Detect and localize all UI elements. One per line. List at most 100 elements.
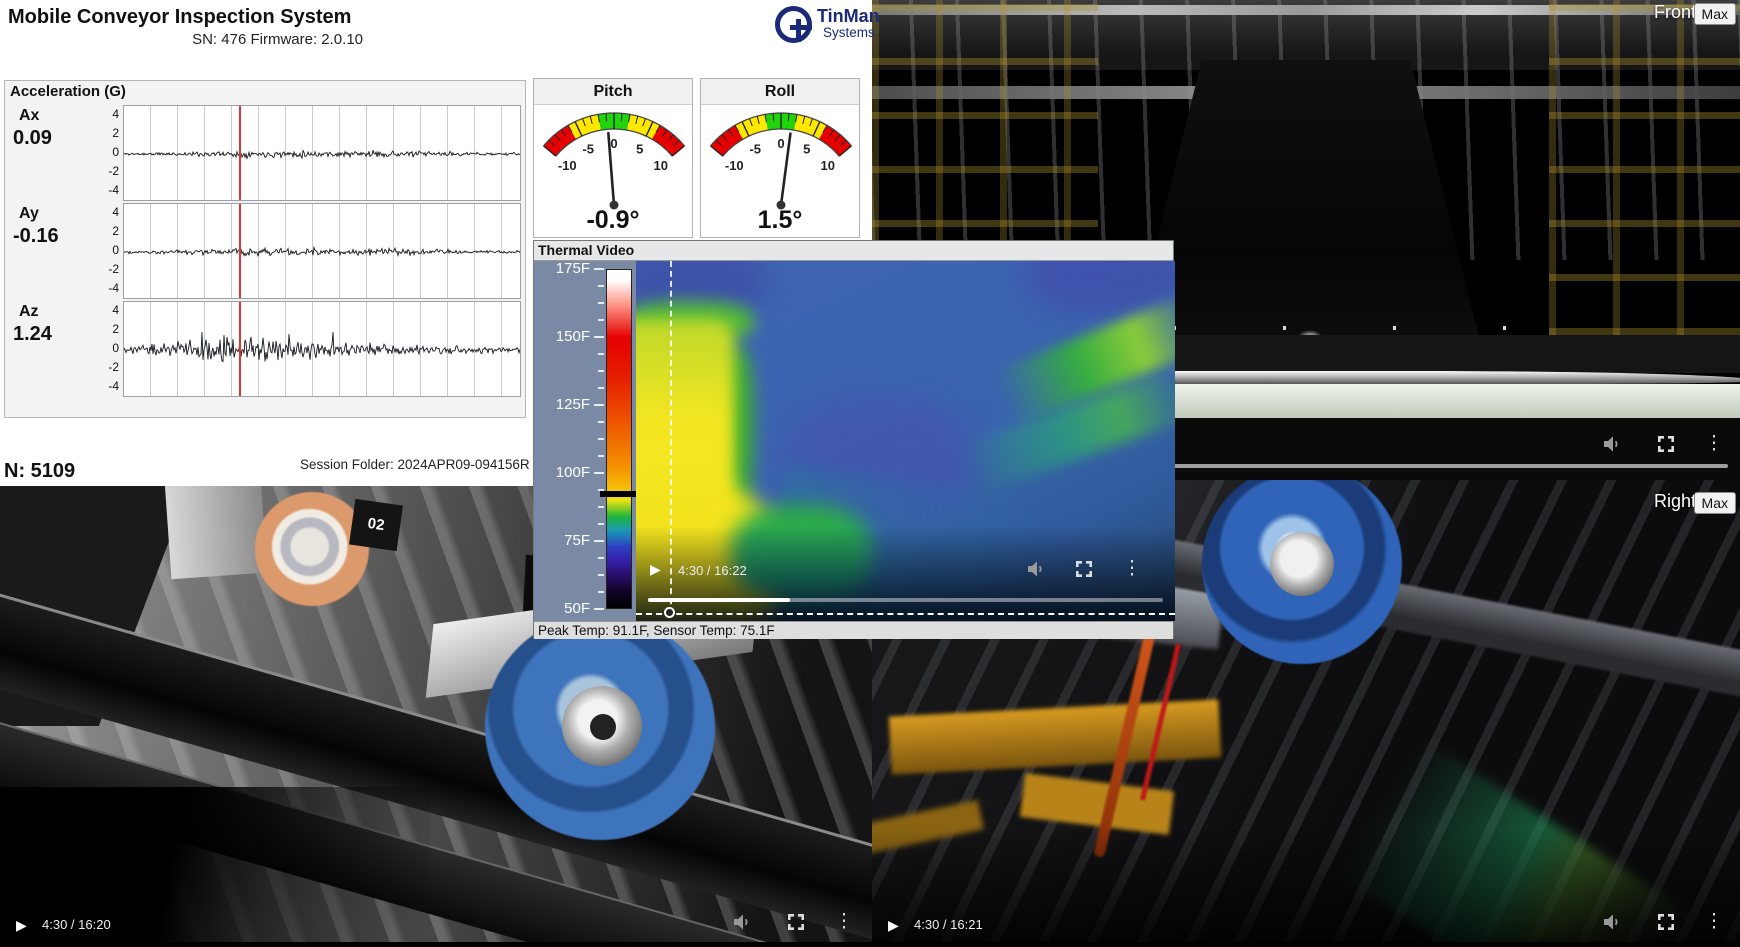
thermal-play-icon[interactable]: ▶: [650, 561, 661, 578]
app-root: 0) Front Max ⋮ Right Max ▶ 4:30 / 16:21: [0, 0, 1740, 947]
channel-ay-value: -0.16: [13, 225, 59, 248]
thermal-time-display: 4:30 / 16:22: [678, 563, 747, 578]
thermal-volume-icon[interactable]: [1024, 557, 1048, 581]
session-folder-label: Session Folder: 2024APR09-094156R: [300, 457, 533, 472]
svg-text:-5: -5: [749, 142, 761, 157]
y-tick-label: 0: [95, 145, 119, 159]
waveform-plot-az: [123, 301, 521, 397]
time-cursor: [239, 106, 241, 200]
acceleration-panel: Acceleration (G) Ax 0.09 Ay -0.16 Az 1.2…: [4, 80, 526, 418]
right-video-label: Right: [1654, 491, 1696, 512]
scale-tick: [594, 608, 604, 610]
front-video-label: Front: [1654, 2, 1696, 23]
thermal-position-line[interactable]: [670, 261, 672, 614]
channel-ay-label: Ay: [19, 205, 39, 223]
scale-minor-tick: [598, 387, 604, 389]
left-scene-hub-bolt: [590, 714, 616, 740]
scale-tick: [594, 336, 604, 338]
right-max-button[interactable]: Max: [1694, 492, 1736, 514]
thermal-video-image[interactable]: ▶ 4:30 / 16:22 ⋮: [636, 261, 1175, 621]
right-fullscreen-icon[interactable]: [1654, 910, 1678, 934]
scale-minor-tick: [598, 574, 604, 576]
time-cursor: [239, 302, 241, 396]
right-video-bottom-strip: [872, 942, 1740, 947]
svg-text:-10: -10: [558, 158, 577, 173]
y-tick-label: -4: [95, 183, 119, 197]
channel-ax-value: 0.09: [13, 127, 52, 150]
thermal-progress-bar[interactable]: [648, 598, 1163, 602]
sample-count-label: N: 5109: [4, 460, 75, 483]
left-play-icon[interactable]: ▶: [16, 917, 27, 934]
left-video-bottom-strip: [0, 942, 872, 947]
y-tick-label: -2: [95, 164, 119, 178]
scale-minor-tick: [598, 438, 604, 440]
thermal-titlebar[interactable]: Thermal Video: [534, 241, 1173, 261]
right-play-icon[interactable]: ▶: [888, 917, 899, 934]
left-fullscreen-icon[interactable]: [784, 910, 808, 934]
y-tick-label: 2: [95, 322, 119, 336]
thermal-video-panel: Thermal Video 175F150F125F100F75F50F ▶ 4…: [533, 240, 1174, 638]
right-scene-wheel-hub: [1270, 532, 1334, 596]
left-scene-bracket: [165, 486, 267, 579]
front-scene-scaffold-right: [1549, 0, 1740, 335]
thermal-colorbar: [606, 269, 632, 609]
svg-text:5: 5: [803, 142, 810, 157]
scale-label: 125F: [534, 397, 590, 413]
pitch-gauge-dial: -10 -5 0 5 10: [534, 105, 694, 213]
thermal-fullscreen-icon[interactable]: [1072, 557, 1096, 581]
scale-minor-tick: [598, 455, 604, 457]
front-max-button[interactable]: Max: [1694, 3, 1736, 25]
front-fullscreen-icon[interactable]: [1654, 432, 1678, 456]
acceleration-panel-title: Acceleration (G): [10, 83, 126, 100]
scale-minor-tick: [598, 421, 604, 423]
roll-gauge-panel: Roll -10-50510 1.5°: [700, 78, 860, 238]
logo-text: TinMan Systems: [817, 7, 880, 40]
thermal-more-options-icon[interactable]: ⋮: [1120, 557, 1144, 581]
channel-ax-label: Ax: [19, 107, 39, 125]
scale-tick: [594, 540, 604, 542]
logo-circle-icon: [775, 6, 812, 43]
svg-text:0: 0: [610, 136, 617, 151]
svg-text:-5: -5: [582, 142, 594, 157]
right-more-options-icon[interactable]: ⋮: [1702, 910, 1726, 934]
scale-minor-tick: [598, 319, 604, 321]
scale-label: 100F: [534, 465, 590, 481]
y-tick-label: -2: [95, 262, 119, 276]
scale-label: 75F: [534, 533, 590, 549]
thermal-scrub-line[interactable]: [636, 613, 1175, 615]
roll-gauge-dial: -10-50510: [701, 105, 861, 213]
right-volume-icon[interactable]: [1600, 910, 1624, 934]
page-subtitle: SN: 476 Firmware: 2.0.10: [0, 31, 363, 48]
roll-gauge-title: Roll: [701, 79, 859, 105]
y-tick-label: -2: [95, 360, 119, 374]
scale-tick: [594, 268, 604, 270]
tinman-systems-logo: TinMan Systems: [775, 5, 870, 47]
left-more-options-icon[interactable]: ⋮: [832, 910, 856, 934]
right-time-display: 4:30 / 16:21: [914, 917, 983, 932]
pitch-gauge-title: Pitch: [534, 79, 692, 105]
scale-minor-tick: [598, 489, 604, 491]
y-tick-label: 2: [95, 224, 119, 238]
svg-text:0: 0: [777, 136, 784, 151]
scale-minor-tick: [598, 370, 604, 372]
scale-label: 50F: [534, 601, 590, 617]
left-volume-icon[interactable]: [730, 910, 754, 934]
waveform-plot-ax: [123, 105, 521, 201]
scale-tick: [594, 404, 604, 406]
y-tick-label: 4: [95, 205, 119, 219]
front-volume-icon[interactable]: [1600, 432, 1624, 456]
y-tick-label: 0: [95, 341, 119, 355]
svg-text:5: 5: [636, 142, 643, 157]
left-scene-label-sticker: 02: [349, 499, 403, 551]
thermal-panel-title: Thermal Video: [538, 242, 634, 258]
scale-minor-tick: [598, 353, 604, 355]
y-tick-label: 4: [95, 107, 119, 121]
svg-text:10: 10: [653, 158, 667, 173]
front-more-options-icon[interactable]: ⋮: [1702, 432, 1726, 456]
thermal-status-text: Peak Temp: 91.1F, Sensor Temp: 75.1F: [538, 623, 775, 638]
svg-text:10: 10: [820, 158, 834, 173]
scale-minor-tick: [598, 302, 604, 304]
thermal-temperature-scale: 175F150F125F100F75F50F: [534, 261, 636, 621]
thermal-scrub-handle-icon[interactable]: [664, 607, 675, 618]
channel-az-value: 1.24: [13, 323, 52, 346]
